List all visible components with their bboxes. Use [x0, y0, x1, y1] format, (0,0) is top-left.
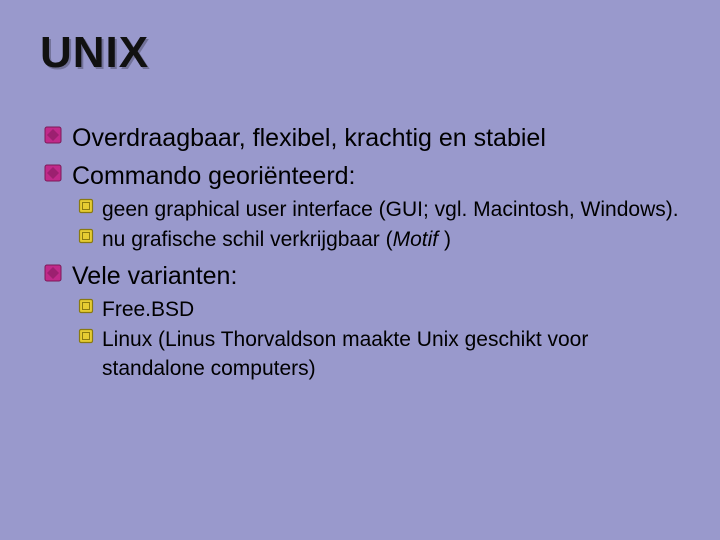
bullet-item: Overdraagbaar, flexibel, krachtig en sta…	[44, 122, 690, 156]
sub-bullet-text: nu grafische schil verkrijgbaar (Motif )	[102, 228, 451, 251]
square-outline-bullet-icon	[78, 228, 94, 244]
bullet-list-level2: geen graphical user interface (GUI; vgl.…	[72, 196, 690, 255]
bullet-text: Overdraagbaar, flexibel, krachtig en sta…	[72, 124, 546, 152]
sub-bullet-item: nu grafische schil verkrijgbaar (Motif )	[78, 226, 690, 254]
slide-title: UNIX	[40, 28, 690, 78]
bullet-list-level1: Overdraagbaar, flexibel, krachtig en sta…	[40, 122, 690, 383]
sub-bullet-text: Linux (Linus Thorvaldson maakte Unix ges…	[102, 328, 588, 379]
bullet-item: Vele varianten: Free.BSD Linux (Linus Th…	[44, 260, 690, 383]
sub-bullet-item: geen graphical user interface (GUI; vgl.…	[78, 196, 690, 224]
sub-bullet-item: Free.BSD	[78, 296, 690, 324]
text-run: nu grafische schil verkrijgbaar (	[102, 228, 393, 251]
bullet-text: Commando georiënteerd:	[72, 162, 356, 190]
text-run: )	[444, 228, 451, 251]
sub-bullet-text: Free.BSD	[102, 298, 194, 321]
sub-bullet-text: geen graphical user interface (GUI; vgl.…	[102, 198, 679, 221]
bullet-text: Vele varianten:	[72, 262, 237, 290]
bullet-item: Commando georiënteerd: geen graphical us…	[44, 160, 690, 254]
square-bullet-icon	[44, 164, 62, 182]
square-bullet-icon	[44, 264, 62, 282]
square-outline-bullet-icon	[78, 328, 94, 344]
sub-bullet-item: Linux (Linus Thorvaldson maakte Unix ges…	[78, 326, 690, 383]
square-outline-bullet-icon	[78, 298, 94, 314]
italic-text: Motif	[393, 228, 439, 251]
square-outline-bullet-icon	[78, 198, 94, 214]
bullet-list-level2: Free.BSD Linux (Linus Thorvaldson maakte…	[72, 296, 690, 383]
square-bullet-icon	[44, 126, 62, 144]
